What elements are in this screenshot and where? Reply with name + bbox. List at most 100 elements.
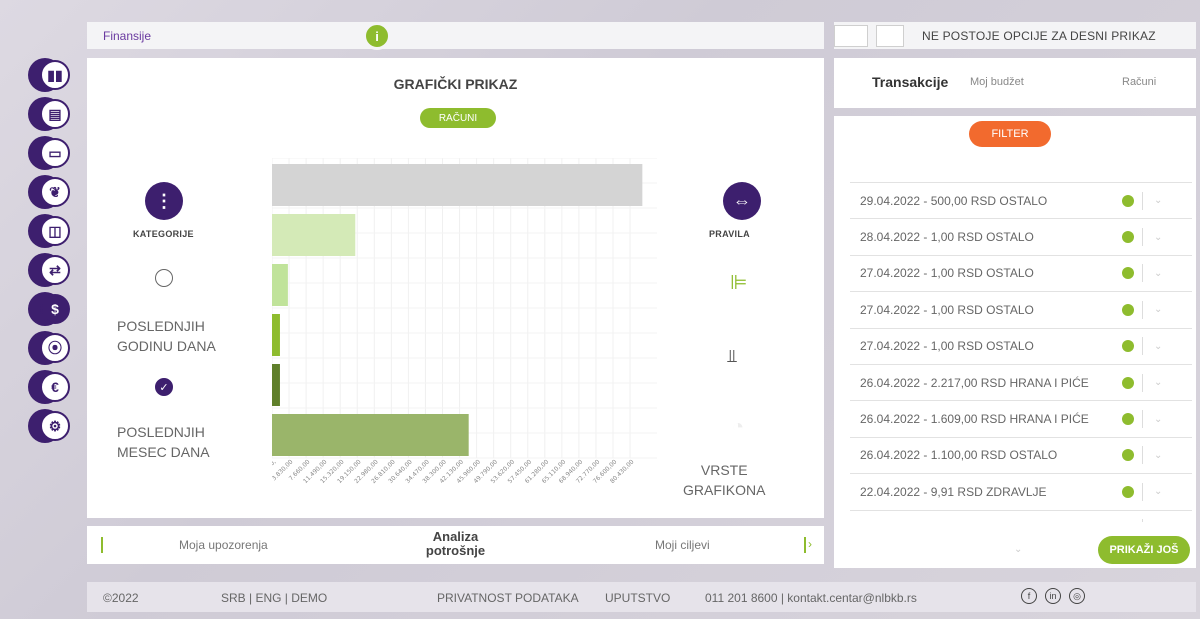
status-dot (1122, 485, 1134, 498)
transaction-row[interactable]: 27.04.2022 - 1,00 RSD OSTALO ⌄ (850, 254, 1192, 291)
bar-chart-icon: ▮▮ (40, 60, 70, 90)
linkedin-icon[interactable]: in (1045, 588, 1061, 604)
nav-next-arrow[interactable]: › (804, 537, 814, 553)
divider (1142, 300, 1143, 319)
nav-locations[interactable]: ⦿ (28, 331, 76, 365)
status-dot (1122, 449, 1134, 462)
period-month-radio[interactable]: ✓ (155, 378, 173, 396)
chart-bar[interactable] (272, 164, 643, 206)
chevron-down-icon[interactable]: ⌄ (1154, 268, 1162, 279)
transaction-text: 29.04.2022 - 500,00 RSD OSTALO (860, 193, 1048, 208)
status-dot (1122, 194, 1134, 207)
contact-info[interactable]: 011 201 8600 | kontakt.centar@nlbkb.rs (705, 591, 917, 605)
top-box-1[interactable] (834, 24, 868, 47)
chevron-down-icon[interactable]: ⌄ (1154, 341, 1162, 352)
transaction-row[interactable]: 26.04.2022 - 1.100,00 RSD OSTALO ⌄ (850, 436, 1192, 473)
nav-transfer[interactable]: ⇄ (28, 253, 76, 287)
euro-icon: € (40, 372, 70, 402)
clipboard-icon: ▤ (40, 99, 70, 129)
divider (1142, 446, 1143, 465)
chart-panel: GRAFIČKI PRIKAZ RAČUNI ⋮ KATEGORIJE POSL… (87, 58, 824, 518)
wallet-icon: ◫ (40, 216, 70, 246)
period-year-line2: GODINU DANA (117, 338, 216, 354)
chevron-down-icon[interactable]: ⌄ (1014, 544, 1022, 555)
transaction-text: 27.04.2022 - 1,00 RSD OSTALO (860, 302, 1034, 317)
transaction-row[interactable]: 22.04.2022 - 9,91 RSD ZDRAVLJE ⌄ (850, 473, 1192, 509)
categories-label: KATEGORIJE (133, 229, 194, 239)
gear-icon: ⚙ (40, 411, 70, 441)
chart-types-line2: GRAFIKONA (683, 482, 766, 498)
copyright: ©2022 (103, 591, 139, 605)
transaction-row[interactable]: 26.04.2022 - 2.217,00 RSD HRANA I PIĆE ⌄ (850, 363, 1192, 400)
chart-bar[interactable] (272, 314, 280, 356)
transaction-row[interactable]: 27.04.2022 - 1,00 RSD OSTALO ⌄ (850, 327, 1192, 364)
info-icon[interactable]: i (363, 22, 391, 50)
nav-eco[interactable]: ❦ (28, 175, 76, 209)
transaction-text: 26.04.2022 - 1.100,00 RSD OSTALO (860, 448, 1058, 463)
chart-bar[interactable] (272, 364, 280, 406)
period-year-radio[interactable] (155, 269, 173, 287)
facebook-icon[interactable]: f (1021, 588, 1037, 604)
chevron-down-icon[interactable]: ⌄ (1154, 486, 1162, 497)
divider (1142, 264, 1143, 283)
tab-accounts[interactable]: Računi (1122, 76, 1156, 88)
chevron-down-icon[interactable]: ⌄ (1154, 232, 1162, 243)
period-year-label[interactable]: POSLEDNJIH GODINU DANA (117, 316, 216, 356)
transaction-text: 28.04.2022 - 1,00 RSD OSTALO (860, 230, 1034, 245)
transaction-row[interactable]: 29.04.2022 - 500,00 RSD OSTALO ⌄ (850, 182, 1192, 218)
transaction-row[interactable]: 28.04.2022 - 1,00 RSD OSTALO ⌄ (850, 218, 1192, 254)
nav-goals[interactable]: Moji ciljevi (655, 538, 710, 552)
chevron-down-icon[interactable]: ⌄ (1154, 450, 1162, 461)
chart-bar[interactable] (272, 214, 356, 256)
tab-budget[interactable]: Moj budžet (970, 76, 1024, 88)
chevron-down-icon[interactable]: ⌄ (1154, 377, 1162, 388)
instagram-icon[interactable]: ◎ (1069, 588, 1085, 604)
transaction-row[interactable]: 26.04.2022 - 1.609,00 RSD HRANA I PIĆE ⌄ (850, 400, 1192, 436)
filter-button[interactable]: FILTER (969, 121, 1051, 147)
show-more-button[interactable]: PRIKAŽI JOŠ (1098, 536, 1190, 564)
vertical-bar-chart-icon[interactable]: ⫫ (727, 346, 737, 367)
transaction-row[interactable]: 22.04.2022 - 177,62 RSD ZDRAVLJE⌄ (850, 509, 1192, 522)
location-icon: ⦿ (40, 333, 70, 363)
panel-title: GRAFIČKI PRIKAZ (393, 76, 518, 92)
nav-wallet[interactable]: ◫ (28, 214, 76, 248)
period-month-label[interactable]: POSLEDNJIH MESEC DANA (117, 422, 210, 462)
rules-label: PRAVILA (709, 229, 750, 239)
chart-bar[interactable] (272, 264, 288, 306)
chevron-down-icon[interactable]: ⌄ (1154, 195, 1162, 206)
nav-reports[interactable]: ▤ (28, 97, 76, 131)
chevron-down-icon[interactable]: ⌄ (1154, 414, 1162, 425)
nav-exchange[interactable]: € (28, 370, 76, 404)
accounts-pill[interactable]: RAČUNI (420, 108, 496, 128)
transaction-row[interactable]: 27.04.2022 - 1,00 RSD OSTALO ⌄ (850, 291, 1192, 327)
period-month-line1: POSLEDNJIH (117, 424, 205, 440)
chevron-down-icon[interactable]: ⌄ (1154, 304, 1162, 315)
status-dot (1122, 340, 1134, 353)
top-box-2[interactable] (876, 24, 904, 47)
nav-spending-analysis[interactable]: Analiza potrošnje (87, 530, 824, 558)
tab-transactions[interactable]: Transakcije (872, 74, 948, 90)
divider (1142, 519, 1143, 522)
nav-spending-line1: Analiza (432, 529, 479, 544)
nav-finance[interactable]: $ (28, 292, 76, 326)
period-month-line2: MESEC DANA (117, 444, 210, 460)
status-dot (1122, 376, 1134, 389)
horizontal-bar-chart-icon[interactable]: ⊫ (730, 270, 747, 295)
pie-chart-icon[interactable]: ◔ (732, 416, 744, 439)
categories-button[interactable]: ⋮ (145, 182, 183, 220)
top-bar: Finansije (87, 22, 824, 49)
guide-link[interactable]: UPUTSTVO (605, 591, 670, 605)
dollar-icon: $ (40, 294, 70, 324)
leaf-icon: ❦ (40, 177, 70, 207)
divider (1142, 191, 1143, 210)
rules-button[interactable]: ⇔ (723, 182, 761, 220)
language-links[interactable]: SRB | ENG | DEMO (221, 591, 327, 605)
privacy-link[interactable]: PRIVATNOST PODATAKA (437, 591, 579, 605)
nav-settings[interactable]: ⚙ (28, 409, 76, 443)
nav-analytics[interactable]: ▮▮ (28, 58, 76, 92)
divider (1142, 228, 1143, 247)
side-nav: ▮▮ ▤ ▭ ❦ ◫ ⇄ $ ⦿ € ⚙ (28, 58, 80, 448)
nav-cards[interactable]: ▭ (28, 136, 76, 170)
chart-bar[interactable] (272, 414, 469, 456)
transfer-icon: ⇄ (40, 255, 70, 285)
